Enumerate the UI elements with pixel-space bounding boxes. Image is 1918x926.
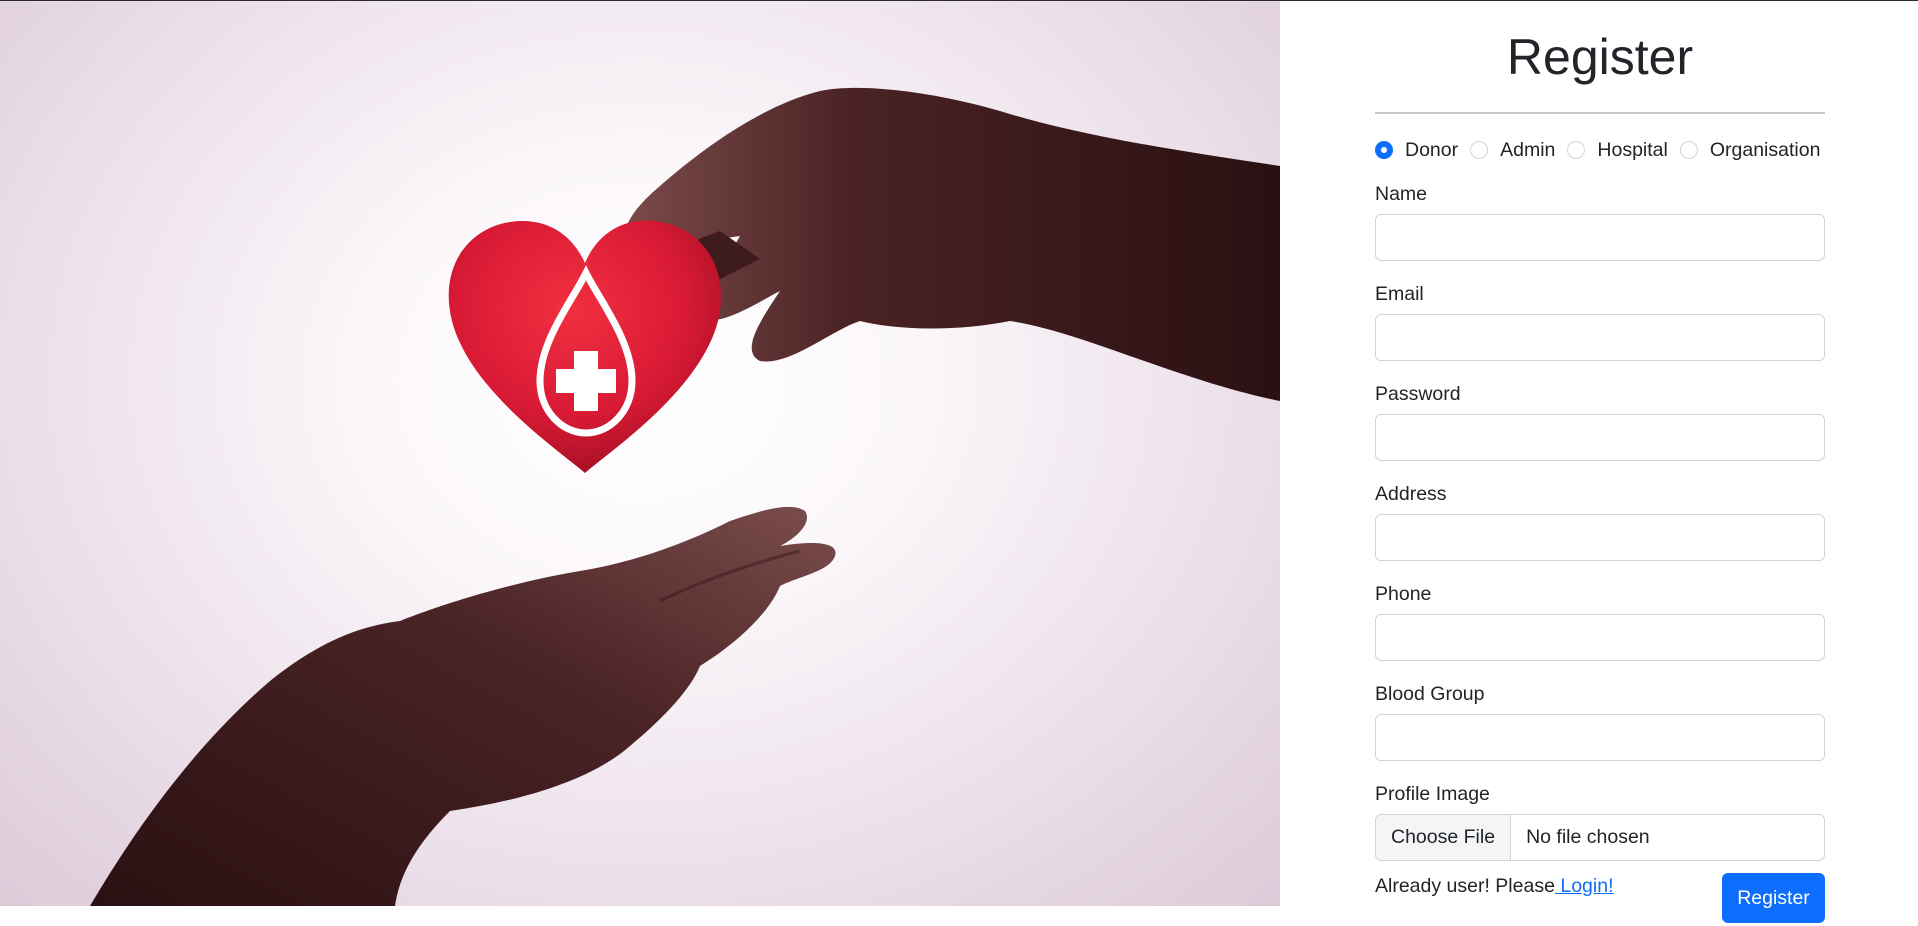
- address-label: Address: [1375, 483, 1447, 505]
- file-status: No file chosen: [1526, 826, 1650, 848]
- login-prompt-text: Already user! Please: [1375, 875, 1555, 897]
- profile-image-input[interactable]: Choose File No file chosen: [1375, 814, 1825, 861]
- role-selector: Donor Admin Hospital Organisation: [1375, 138, 1825, 162]
- form-fields: Name Email Password Address Phone Blood …: [1375, 182, 1825, 861]
- profile-image-label: Profile Image: [1375, 783, 1490, 805]
- phone-group: Phone: [1375, 582, 1825, 661]
- radio-donor[interactable]: [1375, 141, 1393, 159]
- role-organisation-label: Organisation: [1709, 138, 1821, 161]
- password-label: Password: [1375, 383, 1461, 405]
- receiving-hand: [90, 506, 836, 906]
- title-divider: [1375, 112, 1825, 114]
- radio-hospital[interactable]: [1567, 141, 1586, 159]
- name-group: Name: [1375, 182, 1825, 261]
- role-hospital-label: Hospital: [1597, 138, 1668, 161]
- name-label: Name: [1375, 183, 1428, 205]
- register-button[interactable]: Register: [1722, 873, 1825, 923]
- password-input[interactable]: [1375, 414, 1825, 461]
- heart-blood-drop-icon: [448, 220, 721, 473]
- email-group: Email: [1375, 282, 1825, 361]
- login-prompt: Already user! Please Login!: [1375, 874, 1614, 898]
- role-admin-label: Admin: [1500, 138, 1556, 161]
- profile-image-group: Profile Image Choose File No file chosen: [1375, 782, 1825, 861]
- radio-organisation[interactable]: [1679, 141, 1698, 159]
- email-input[interactable]: [1375, 314, 1825, 361]
- role-donor[interactable]: Donor: [1375, 139, 1458, 162]
- phone-input[interactable]: [1375, 614, 1825, 661]
- choose-file-button[interactable]: Choose File: [1376, 815, 1512, 860]
- blood-group-input[interactable]: [1375, 714, 1825, 761]
- name-input[interactable]: [1375, 214, 1825, 261]
- phone-label: Phone: [1375, 583, 1432, 605]
- role-hospital[interactable]: Hospital: [1567, 138, 1668, 162]
- page-title: Register: [1506, 29, 1694, 85]
- blood-group-group: Blood Group: [1375, 682, 1825, 761]
- form-footer: Already user! Please Login! Register: [1375, 866, 1825, 926]
- password-group: Password: [1375, 382, 1825, 461]
- radio-admin[interactable]: [1470, 141, 1489, 159]
- role-organisation[interactable]: Organisation: [1679, 138, 1821, 162]
- role-donor-label: Donor: [1405, 138, 1459, 161]
- register-panel: Register Donor Admin Hospital Organisati…: [1375, 0, 1825, 926]
- role-admin[interactable]: Admin: [1470, 139, 1555, 162]
- blood-group-label: Blood Group: [1375, 683, 1485, 705]
- login-link[interactable]: Login!: [1555, 875, 1613, 897]
- hero-image: [0, 1, 1280, 906]
- address-input[interactable]: [1375, 514, 1825, 561]
- address-group: Address: [1375, 482, 1825, 561]
- email-label: Email: [1375, 283, 1424, 305]
